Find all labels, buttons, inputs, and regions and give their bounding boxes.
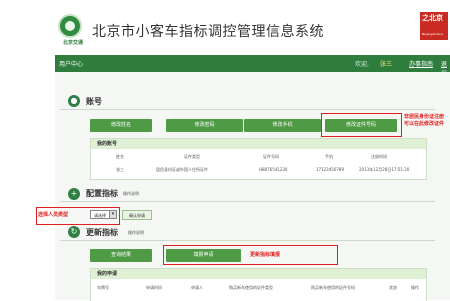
nav-user-name: 张三 bbox=[380, 61, 393, 68]
cell-id-number: H8876541230 bbox=[259, 167, 288, 172]
edit-password-button[interactable]: 修改密码 bbox=[166, 119, 243, 132]
user-icon: ● bbox=[68, 95, 80, 107]
column-header-status: 状态 bbox=[389, 285, 397, 290]
update-section-title: 更新指标 bbox=[86, 228, 118, 237]
cell-register-time: 2013年12月28日17:51:20 bbox=[359, 167, 410, 172]
confirm-apply-button[interactable]: 确认申请 bbox=[122, 210, 152, 220]
account-divider bbox=[60, 109, 435, 110]
fill-application-note: 更新指标填报 bbox=[250, 252, 281, 258]
column-header-id-number: 证件号码 bbox=[263, 154, 279, 159]
my-application-table: 我的申请 车牌号 申请时间 申请人 购买新车使用的证件类型 购买新车使用的证件号… bbox=[90, 268, 427, 301]
seal-subtext: Beijing&China bbox=[422, 32, 444, 36]
main-content bbox=[55, 72, 450, 300]
nav-user-center[interactable]: 用户中心 bbox=[59, 59, 83, 68]
cell-phone: 17123456789 bbox=[316, 167, 344, 172]
header: 北京交通 北京市小客车指标调控管理信息系统 之北京 Beijing&China bbox=[0, 0, 450, 52]
column-header-phone: 手机 bbox=[325, 154, 333, 159]
guide-link[interactable]: 办事指南 bbox=[409, 59, 433, 68]
seal-text: 之北京 bbox=[422, 14, 443, 22]
edit-id-highlight-box bbox=[321, 113, 402, 137]
query-result-button[interactable]: 查询结果 bbox=[90, 249, 152, 262]
edit-id-note: 非居民身份证注册 可以在此修改证件 bbox=[404, 114, 444, 128]
column-header-id-type: 证件类型 bbox=[184, 154, 200, 159]
edit-name-button[interactable]: 修改姓名 bbox=[90, 119, 152, 132]
cell-name: 张三 bbox=[116, 167, 124, 172]
config-section-title: 配置指标 bbox=[86, 189, 118, 198]
edit-phone-button[interactable]: 修改手机 bbox=[244, 119, 321, 132]
nav-welcome-text: 欢迎, bbox=[355, 61, 369, 68]
chevron-down-icon[interactable]: ▾ bbox=[109, 210, 117, 219]
column-header-action: 操作 bbox=[411, 285, 419, 290]
top-navbar: 用户中心 欢迎, 张三 办事指南 退出登录 bbox=[55, 55, 450, 95]
logo-text: 北京交通 bbox=[62, 40, 83, 46]
column-header-register-time: 注册时间 bbox=[371, 154, 387, 159]
edit-id-note-line1: 非居民身份证注册 bbox=[404, 114, 445, 120]
edit-id-note-line2: 可以在此修改证件 bbox=[404, 121, 445, 127]
config-divider bbox=[60, 201, 435, 202]
column-header-new-car-id-number: 购买新车使用的证件号码 bbox=[311, 285, 355, 290]
plus-icon: + bbox=[68, 188, 80, 200]
account-section-title: 账号 bbox=[86, 97, 102, 106]
my-account-table-title: 我的账号 bbox=[91, 139, 426, 149]
column-header-new-car-id-type: 购买新车使用的证件类型 bbox=[229, 285, 273, 290]
config-instructions-link[interactable]: 操作说明 bbox=[123, 191, 139, 197]
update-divider bbox=[60, 240, 435, 241]
update-instructions-link[interactable]: 操作说明 bbox=[128, 230, 144, 236]
beijing-traffic-logo-icon bbox=[58, 14, 82, 38]
page-title: 北京市小客车指标调控管理信息系统 bbox=[92, 24, 324, 40]
my-application-table-title: 我的申请 bbox=[91, 269, 426, 279]
column-header-plate: 车牌号 bbox=[97, 285, 109, 290]
column-header-name: 姓名 bbox=[116, 154, 124, 159]
column-header-applicant: 申请人 bbox=[191, 285, 203, 290]
beijing-seal-logo: 之北京 Beijing&China bbox=[420, 12, 448, 40]
refresh-icon: ↻ bbox=[68, 226, 80, 238]
column-header-apply-time: 申请时间 bbox=[146, 285, 162, 290]
cell-id-type: 居民身份证或外国人住所证件 bbox=[156, 167, 208, 172]
my-account-table: 我的账号 姓名 证件类型 证件号码 手机 注册时间 张三 居民身份证或外国人住所… bbox=[90, 138, 427, 180]
